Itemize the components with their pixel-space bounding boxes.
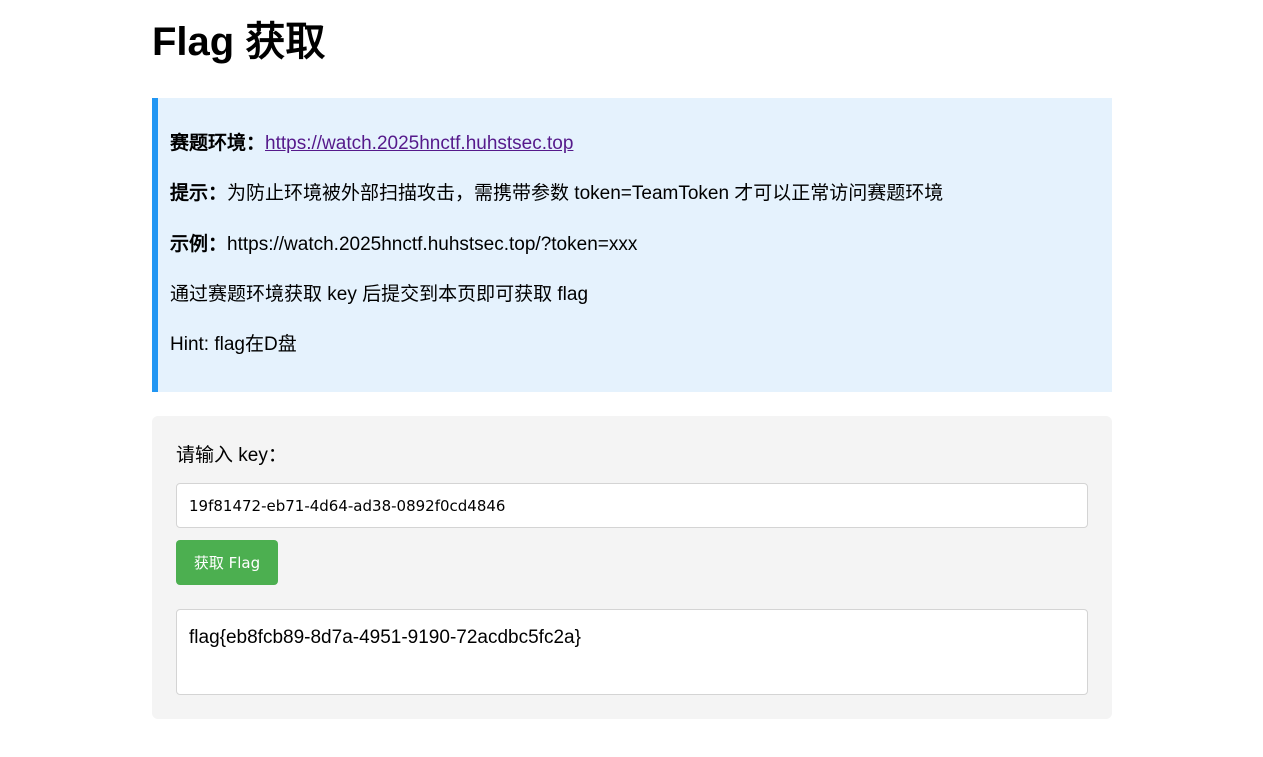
instruction-text: 通过赛题环境获取 key 后提交到本页即可获取 flag (170, 284, 589, 305)
example-label: 示例： (170, 234, 228, 255)
env-link[interactable]: https://watch.2025hnctf.huhstsec.top (265, 133, 573, 154)
info-box: 赛题环境：https://watch.2025hnctf.huhstsec.to… (152, 98, 1112, 392)
example-line: 示例：https://watch.2025hnctf.huhstsec.top/… (170, 233, 637, 257)
extra-hint-text: Hint: flag在D盘 (170, 334, 297, 355)
hint-line: 提示：为防止环境被外部扫描攻击，需携带参数 token=TeamToken 才可… (170, 182, 943, 206)
flag-result-box: flag{eb8fcb89-8d7a-4951-9190-72acdbc5fc2… (176, 609, 1088, 695)
hint-label: 提示： (170, 183, 228, 204)
key-form-panel: 请输入 key： 获取 Flag flag{eb8fcb89-8d7a-4951… (152, 416, 1112, 719)
hint-text: 为防止环境被外部扫描攻击，需携带参数 token=TeamToken 才可以正常… (227, 183, 944, 204)
key-input[interactable] (176, 483, 1088, 528)
example-text: https://watch.2025hnctf.huhstsec.top/?to… (227, 234, 638, 255)
env-line: 赛题环境：https://watch.2025hnctf.huhstsec.to… (170, 132, 573, 156)
env-label: 赛题环境： (170, 133, 266, 154)
get-flag-button[interactable]: 获取 Flag (176, 540, 278, 585)
page-title: Flag 获取 (152, 20, 326, 64)
key-label: 请输入 key： (176, 445, 287, 466)
